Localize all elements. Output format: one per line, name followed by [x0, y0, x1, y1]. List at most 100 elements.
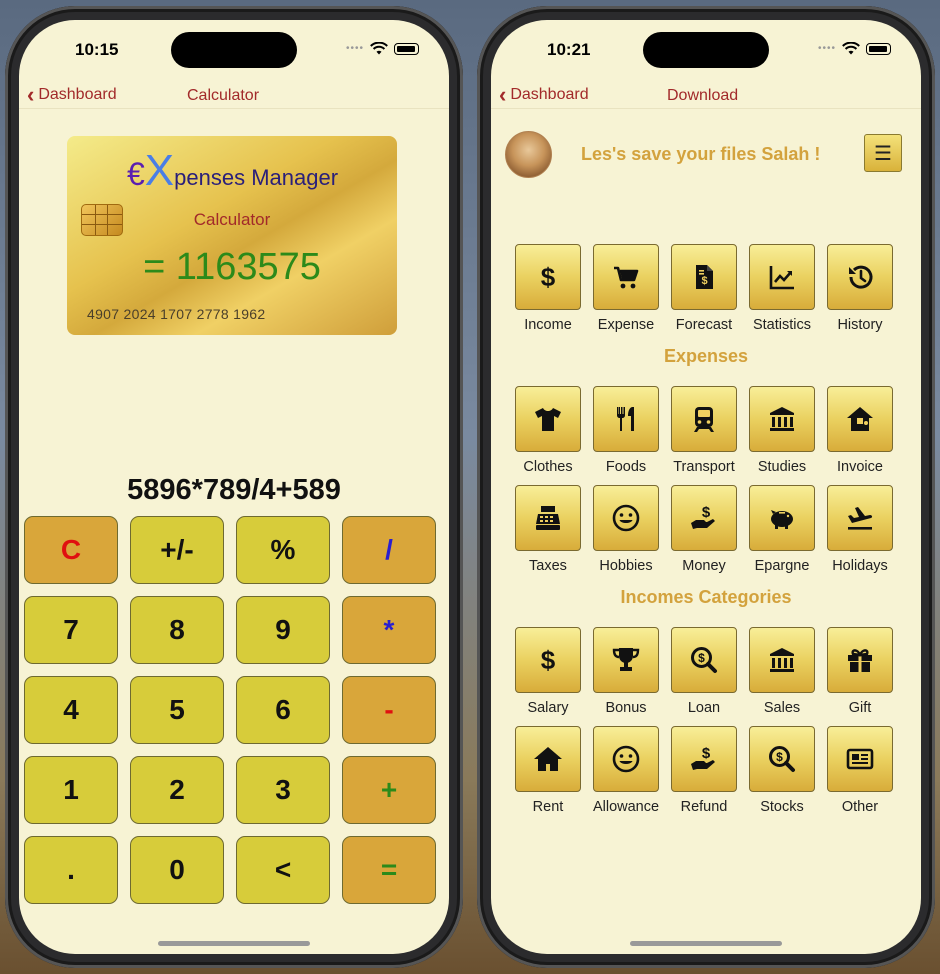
key-4-button[interactable]: 4 — [24, 676, 118, 744]
sales-button[interactable] — [749, 627, 815, 693]
tile-salary[interactable]: $ Salary — [515, 627, 581, 716]
key-divide-button[interactable]: / — [342, 516, 436, 584]
utensils-icon — [617, 407, 634, 431]
key-0-button[interactable]: 0 — [130, 836, 224, 904]
piggy-bank-icon — [771, 510, 793, 529]
invoice-button[interactable] — [827, 386, 893, 452]
stocks-button[interactable]: $ — [749, 726, 815, 792]
avatar[interactable] — [505, 131, 552, 178]
bonus-button[interactable] — [593, 627, 659, 693]
home-indicator[interactable] — [158, 941, 310, 946]
forecast-button[interactable]: $ — [671, 244, 737, 310]
tile-epargne[interactable]: Epargne — [749, 485, 815, 574]
tile-hobbies[interactable]: Hobbies — [593, 485, 659, 574]
menu-button[interactable]: ☰ — [864, 134, 902, 172]
clothes-button[interactable] — [515, 386, 581, 452]
tile-statistics[interactable]: Statistics — [749, 244, 815, 333]
key-backspace-button[interactable]: < — [236, 836, 330, 904]
logo-euro: € — [127, 156, 145, 192]
key-7-button[interactable]: 7 — [24, 596, 118, 664]
tile-refund[interactable]: $ Refund — [671, 726, 737, 815]
tile-other[interactable]: Other — [827, 726, 893, 815]
key-8-button[interactable]: 8 — [130, 596, 224, 664]
dynamic-island — [643, 32, 769, 68]
search-dollar-icon: $ — [769, 746, 795, 772]
transport-button[interactable] — [671, 386, 737, 452]
key-plus-button[interactable]: + — [342, 756, 436, 824]
hobbies-label: Hobbies — [599, 558, 653, 574]
epargne-label: Epargne — [754, 558, 810, 574]
tile-rent[interactable]: Rent — [515, 726, 581, 815]
studies-button[interactable] — [749, 386, 815, 452]
taxes-button[interactable] — [515, 485, 581, 551]
key-6-button[interactable]: 6 — [236, 676, 330, 744]
tile-foods[interactable]: Foods — [593, 386, 659, 475]
tile-money[interactable]: $ Money — [671, 485, 737, 574]
key-2-button[interactable]: 2 — [130, 756, 224, 824]
chevron-left-icon: ‹ — [27, 82, 35, 107]
refund-label: Refund — [680, 799, 728, 815]
key-minus-button[interactable]: - — [342, 676, 436, 744]
back-button[interactable]: ‹ Dashboard — [27, 82, 117, 107]
tile-allowance[interactable]: Allowance — [593, 726, 659, 815]
tile-transport[interactable]: Transport — [671, 386, 737, 475]
holidays-button[interactable] — [827, 485, 893, 551]
key-percent-button[interactable]: % — [236, 516, 330, 584]
house-icon — [847, 407, 873, 431]
key-plus-minus-button[interactable]: +/- — [130, 516, 224, 584]
money-button[interactable]: $ — [671, 485, 737, 551]
key-3-button[interactable]: 3 — [236, 756, 330, 824]
statistics-button[interactable] — [749, 244, 815, 310]
income-button[interactable]: $ — [515, 244, 581, 310]
bonus-label: Bonus — [605, 700, 647, 716]
gift-button[interactable] — [827, 627, 893, 693]
hobbies-button[interactable] — [593, 485, 659, 551]
home-indicator[interactable] — [630, 941, 782, 946]
allowance-button[interactable] — [593, 726, 659, 792]
tile-history[interactable]: History — [827, 244, 893, 333]
key-clear-button[interactable]: C — [24, 516, 118, 584]
other-button[interactable] — [827, 726, 893, 792]
keypad: C +/-%/ 7 8 9 * 4 5 6- 1 2 3 +. 0 < = — [24, 516, 438, 904]
key-1-button[interactable]: 1 — [24, 756, 118, 824]
tile-stocks[interactable]: $ Stocks — [749, 726, 815, 815]
signal-icon: •••• — [345, 43, 364, 54]
foods-button[interactable] — [593, 386, 659, 452]
tile-bonus[interactable]: Bonus — [593, 627, 659, 716]
tile-gift[interactable]: Gift — [827, 627, 893, 716]
tile-sales[interactable]: Sales — [749, 627, 815, 716]
refund-button[interactable]: $ — [671, 726, 737, 792]
tile-holidays[interactable]: Holidays — [827, 485, 893, 574]
tile-forecast[interactable]: $ Forecast — [671, 244, 737, 333]
tile-expense[interactable]: Expense — [593, 244, 659, 333]
greeting-text: Les's save your files Salah ! — [581, 144, 821, 164]
income-label: Income — [524, 317, 572, 333]
tile-invoice[interactable]: Invoice — [827, 386, 893, 475]
key-multiply-button[interactable]: * — [342, 596, 436, 664]
key-equals-button[interactable]: = — [342, 836, 436, 904]
clothes-label: Clothes — [523, 459, 573, 475]
tile-studies[interactable]: Studies — [749, 386, 815, 475]
cart-icon — [614, 266, 639, 289]
svg-text:$: $ — [702, 745, 711, 762]
rent-button[interactable] — [515, 726, 581, 792]
key-9-button[interactable]: 9 — [236, 596, 330, 664]
status-icons: •••• — [818, 42, 891, 55]
smile-icon — [612, 745, 640, 773]
history-button[interactable] — [827, 244, 893, 310]
tile-clothes[interactable]: Clothes — [515, 386, 581, 475]
svg-text:$: $ — [541, 645, 556, 675]
hand-dollar-icon: $ — [691, 504, 715, 529]
key-5-button[interactable]: 5 — [130, 676, 224, 744]
loan-button[interactable]: $ — [671, 627, 737, 693]
dynamic-island — [171, 32, 297, 68]
key-decimal-button[interactable]: . — [24, 836, 118, 904]
back-button[interactable]: ‹ Dashboard — [499, 84, 589, 106]
expense-button[interactable] — [593, 244, 659, 310]
epargne-button[interactable] — [749, 485, 815, 551]
trophy-icon — [612, 648, 640, 671]
tile-loan[interactable]: $ Loan — [671, 627, 737, 716]
tile-taxes[interactable]: Taxes — [515, 485, 581, 574]
salary-button[interactable]: $ — [515, 627, 581, 693]
tile-income[interactable]: $ Income — [515, 244, 581, 333]
